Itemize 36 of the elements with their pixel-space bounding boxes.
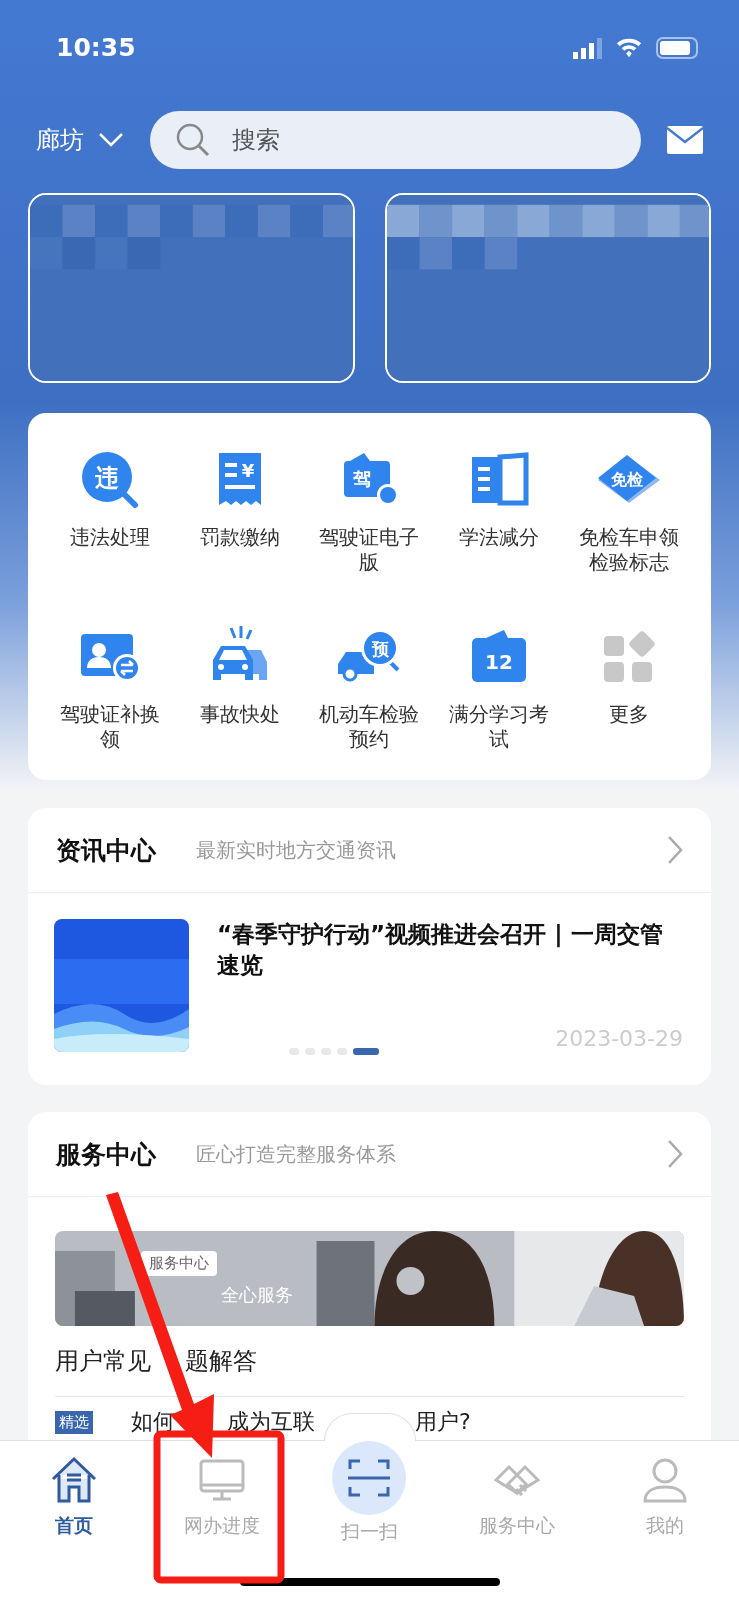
service-label[interactable]: 违法处理 (57, 525, 162, 550)
article-title[interactable]: 如何 (131, 1407, 175, 1437)
search-field[interactable]: 搜索 (150, 111, 641, 169)
chevron-right-icon[interactable] (667, 1139, 683, 1169)
featured-tag: 精选 (55, 1410, 93, 1434)
section-title: 服务中心 (56, 1138, 156, 1171)
service-label[interactable]: 事故快处 (187, 701, 292, 727)
city-selector[interactable]: 廊坊 (36, 124, 84, 156)
section-subtitle: 匠心打造完整服务体系 (196, 1140, 397, 1168)
article-title[interactable]: 用户? (415, 1407, 471, 1437)
chevron-right-icon[interactable] (667, 835, 683, 865)
service-label[interactable]: 更多 (577, 701, 682, 727)
tab[interactable]: 首页 (0, 1441, 148, 1600)
service-label[interactable]: 免检车申领检验标志 (577, 525, 682, 575)
service-label[interactable]: 满分学习考试 (447, 701, 552, 752)
chevron-down-icon[interactable] (98, 132, 124, 148)
service-label[interactable]: 罚款缴纳 (187, 525, 292, 550)
scan-icon (332, 1441, 407, 1515)
news-title[interactable]: “春季守护行动”视频推进会召开 | 一周交管速览 (217, 919, 683, 981)
search-icon (176, 123, 210, 157)
article-title[interactable]: 成为互联 (227, 1407, 315, 1437)
section-subtitle: 最新实时地方交通资讯 (196, 836, 397, 864)
signal-icon (573, 36, 603, 59)
banner-tag: 服务中心 (141, 1251, 217, 1276)
faq-link[interactable]: 用户常见 (55, 1345, 151, 1377)
status-time: 10:35 (56, 33, 136, 62)
mail-icon[interactable] (667, 126, 703, 154)
service-label[interactable]: 驾驶证补换领 (57, 701, 162, 752)
service-label[interactable]: 学法减分 (447, 525, 552, 550)
banner-caption: 全心服务 (221, 1283, 293, 1307)
faq-link[interactable]: 题解答 (185, 1345, 257, 1377)
service-label[interactable]: 驾驶证电子版 (317, 525, 422, 575)
wifi-icon (615, 36, 643, 59)
service-label[interactable]: 机动车检验预约 (317, 701, 422, 752)
battery-icon (655, 35, 699, 60)
section-title: 资讯中心 (56, 834, 156, 867)
